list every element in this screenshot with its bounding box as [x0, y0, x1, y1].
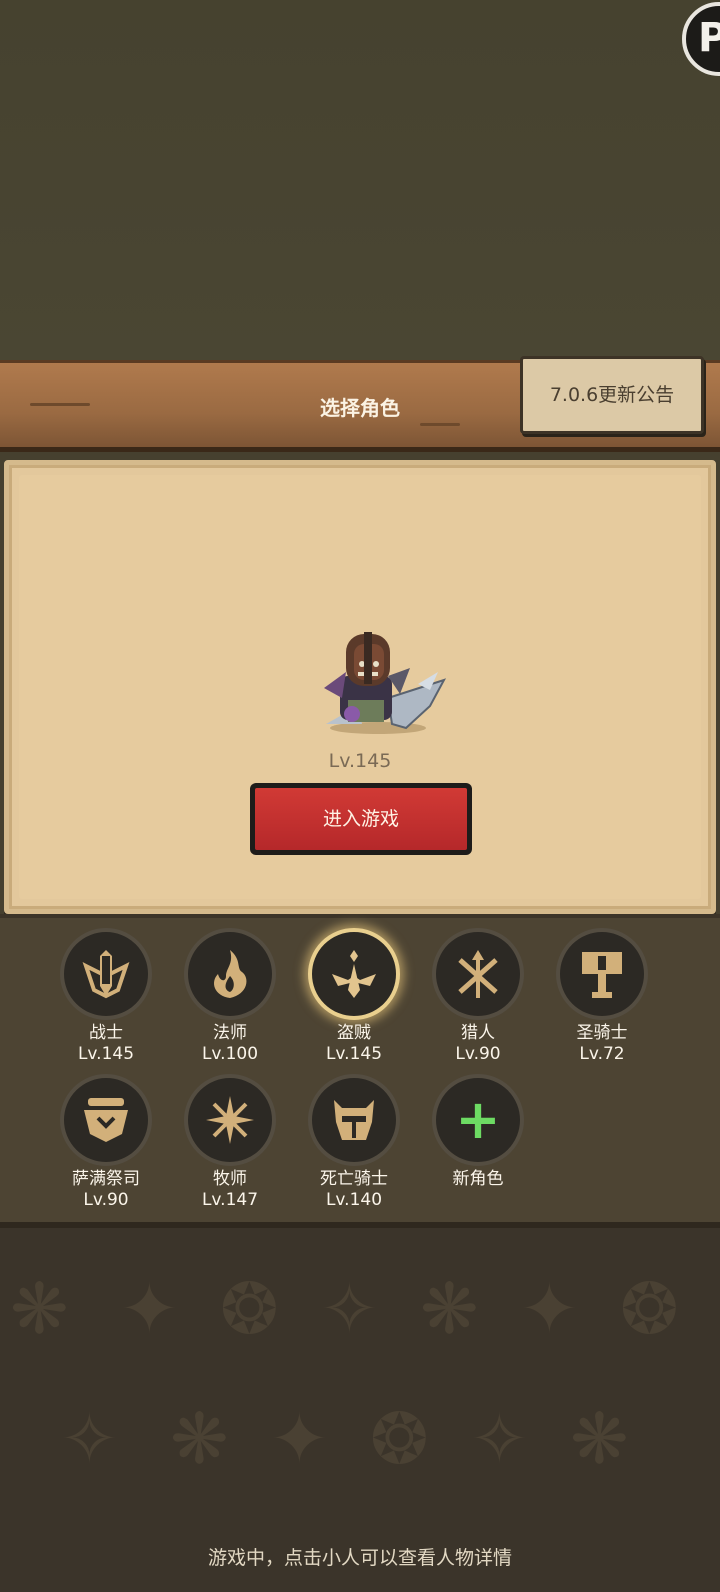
class-name: 战士: [89, 1023, 123, 1043]
class-icon-ring: [308, 1074, 400, 1166]
class-level: Lv.145: [77, 1044, 135, 1064]
background-pattern-icon: ❋: [420, 1268, 479, 1350]
class-name: 圣骑士: [576, 1023, 628, 1043]
class-icon-ring: [432, 928, 524, 1020]
hint-text: 游戏中，点击小人可以查看人物详情: [207, 1547, 512, 1569]
class-icon-ring: [184, 1074, 276, 1166]
background-pattern-icon: ✧: [320, 1268, 379, 1350]
background-pattern-icon: ✦: [120, 1268, 179, 1350]
new-character-label: 新角色: [452, 1169, 504, 1189]
class-name: 猎人: [461, 1023, 495, 1043]
class-slot-paladin[interactable]: 圣骑士 Lv.72: [542, 928, 662, 1064]
plus-icon: +: [455, 1088, 501, 1151]
class-name: 法师: [213, 1023, 247, 1043]
class-slot-rogue[interactable]: 盗贼 Lv.145: [294, 928, 414, 1064]
class-icon-ring: [308, 928, 400, 1020]
class-level: Lv.145: [325, 1044, 383, 1064]
class-level: Lv.90: [83, 1190, 129, 1210]
background-pattern-icon: ✦: [270, 1398, 329, 1480]
class-level: Lv.90: [455, 1044, 501, 1064]
class-slot-priest[interactable]: 牧师 Lv.147: [170, 1074, 290, 1210]
background-pattern-icon: ❋: [570, 1398, 629, 1480]
hammer-icon: [582, 952, 622, 998]
background-pattern-icon: ❂: [620, 1268, 679, 1350]
enter-game-label: 进入游戏: [255, 788, 467, 850]
class-name: 死亡骑士: [320, 1169, 388, 1189]
class-slot-death-knight[interactable]: 死亡骑士 Lv.140: [294, 1074, 414, 1210]
character-level: Lv.145: [328, 750, 392, 772]
class-slot-mage[interactable]: 法师 Lv.100: [170, 928, 290, 1064]
class-icon-ring: [60, 928, 152, 1020]
class-name: 牧师: [213, 1169, 247, 1189]
holy-star-icon: [206, 1096, 254, 1144]
wood-grain: [420, 423, 460, 426]
class-slot-warrior[interactable]: 战士 Lv.145: [46, 928, 166, 1064]
character-sprite[interactable]: [318, 628, 454, 740]
class-level: Lv.147: [201, 1190, 259, 1210]
background-pattern-icon: ❋: [170, 1398, 229, 1480]
class-icon-ring: [60, 1074, 152, 1166]
enter-game-button[interactable]: 进入游戏: [250, 783, 472, 855]
new-character-button[interactable]: + 新角色: [418, 1074, 538, 1190]
background-pattern-icon: ✧: [60, 1398, 119, 1480]
bottom-pattern-background: ❋ ✦ ❂ ✧ ❋ ✦ ❂ ✧ ❋ ✦ ❂ ✧ ❋: [0, 1228, 720, 1592]
class-slot-hunter[interactable]: 猎人 Lv.90: [418, 928, 538, 1064]
class-level: Lv.72: [579, 1044, 625, 1064]
class-level: Lv.140: [325, 1190, 383, 1210]
update-notice-button[interactable]: 7.0.6更新公告: [520, 356, 704, 434]
class-icon-ring: [184, 928, 276, 1020]
class-icon-ring: +: [432, 1074, 524, 1166]
class-icon-ring: [556, 928, 648, 1020]
background-pattern-icon: ✧: [470, 1398, 529, 1480]
class-level: Lv.100: [201, 1044, 259, 1064]
background-pattern-icon: ❂: [220, 1268, 279, 1350]
totem-icon: [84, 1098, 128, 1142]
class-name: 萨满祭司: [72, 1169, 140, 1189]
class-name: 盗贼: [337, 1023, 371, 1043]
flame-icon: [214, 950, 247, 998]
crossed-arrows-icon: [458, 950, 498, 998]
top-background: [0, 0, 720, 360]
background-pattern-icon: ❋: [10, 1268, 69, 1350]
background-pattern-icon: ✦: [520, 1268, 579, 1350]
background-pattern-icon: ❂: [370, 1398, 429, 1480]
wood-grain: [30, 403, 90, 406]
helmet-icon: [334, 1100, 374, 1140]
page-title: 选择角色: [320, 396, 400, 420]
dagger-icon: [332, 950, 376, 998]
sword-shield-icon: [82, 950, 130, 999]
class-slot-shaman[interactable]: 萨满祭司 Lv.90: [46, 1074, 166, 1210]
